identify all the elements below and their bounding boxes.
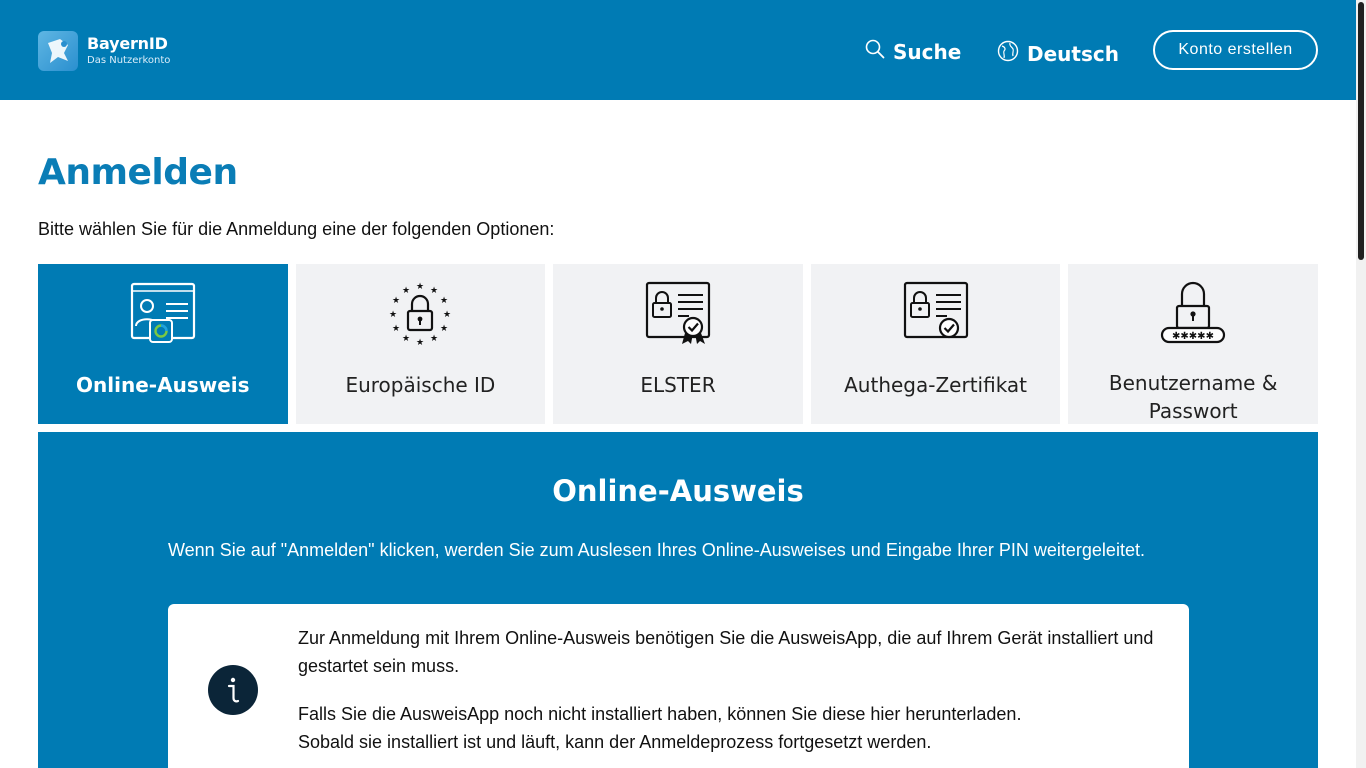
svg-text:★: ★ <box>416 338 424 346</box>
svg-text:★: ★ <box>443 310 451 320</box>
info-download-line: Falls Sie die AusweisApp noch nicht inst… <box>298 704 1022 724</box>
svg-text:★: ★ <box>440 324 448 334</box>
panel-description: Wenn Sie auf "Anmelden" klicken, werden … <box>168 540 1145 560</box>
certificate-lock-icon <box>643 280 713 346</box>
option-benutzername-passwort[interactable]: ✱✱✱✱✱ Benutzername & Passwort <box>1068 264 1318 424</box>
info-icon <box>208 665 258 715</box>
bayernid-logo[interactable]: BayernID Das Nutzerkonto <box>38 31 170 71</box>
create-account-button[interactable]: Konto erstellen <box>1153 30 1318 70</box>
globe-icon <box>997 40 1019 67</box>
scrollbar-thumb[interactable] <box>1358 2 1364 260</box>
svg-text:★: ★ <box>440 296 448 306</box>
svg-text:★: ★ <box>430 334 438 344</box>
page-title: Anmelden <box>38 152 238 193</box>
svg-text:✱✱✱✱✱: ✱✱✱✱✱ <box>1172 331 1214 342</box>
option-europaeische-id[interactable]: ★ ★ ★ ★ ★ ★ ★ ★ ★ ★ ★ ★ Europäische ID <box>295 264 546 424</box>
option-online-ausweis[interactable]: Online-Ausweis <box>38 264 288 424</box>
option-label: Europäische ID <box>345 373 496 397</box>
page-scrollbar[interactable] <box>1356 0 1366 768</box>
site-header: BayernID Das Nutzerkonto Suche Deutsch K… <box>0 0 1356 100</box>
search-label: Suche <box>893 39 962 64</box>
svg-text:★: ★ <box>392 296 400 306</box>
certificate-lock-icon <box>901 280 971 346</box>
search-link[interactable]: Suche <box>865 39 961 64</box>
info-text-download: Falls Sie die AusweisApp noch nicht inst… <box>298 700 1168 756</box>
language-selector[interactable]: Deutsch <box>997 40 1119 67</box>
online-ausweis-panel: Online-Ausweis Wenn Sie auf "Anmelden" k… <box>38 432 1318 768</box>
svg-text:★: ★ <box>389 310 397 320</box>
svg-text:★: ★ <box>430 286 438 296</box>
login-options: Online-Ausweis ★ ★ ★ ★ ★ ★ ★ ★ ★ ★ ★ ★ E… <box>38 264 1318 424</box>
option-label: Online-Ausweis <box>76 373 250 397</box>
option-elster[interactable]: ELSTER <box>553 264 803 424</box>
info-continue-line: Sobald sie installiert ist und läuft, ka… <box>298 732 932 752</box>
option-label: Authega-Zertifikat <box>844 373 1028 397</box>
id-card-icon <box>128 280 198 346</box>
svg-text:★: ★ <box>402 334 410 344</box>
info-text-requirement: Zur Anmeldung mit Ihrem Online-Ausweis b… <box>298 628 1154 676</box>
logo-name: BayernID <box>87 34 168 53</box>
language-label: Deutsch <box>1027 41 1119 66</box>
option-label: Benutzername & Passwort <box>1108 371 1278 423</box>
logo-subtitle: Das Nutzerkonto <box>87 55 171 66</box>
svg-text:★: ★ <box>416 282 424 292</box>
panel-title: Online-Ausweis <box>552 474 804 508</box>
eu-lock-icon: ★ ★ ★ ★ ★ ★ ★ ★ ★ ★ ★ ★ <box>385 280 455 346</box>
info-box: Zur Anmeldung mit Ihrem Online-Ausweis b… <box>168 604 1189 768</box>
intro-text: Bitte wählen Sie für die Anmeldung eine … <box>38 219 555 239</box>
password-lock-icon: ✱✱✱✱✱ <box>1158 280 1228 344</box>
svg-text:★: ★ <box>402 286 410 296</box>
svg-text:★: ★ <box>392 324 400 334</box>
bayernid-logo-icon <box>38 31 78 71</box>
search-icon <box>865 39 885 64</box>
option-label: ELSTER <box>640 373 716 397</box>
option-authega-zertifikat[interactable]: Authega-Zertifikat <box>810 264 1061 424</box>
